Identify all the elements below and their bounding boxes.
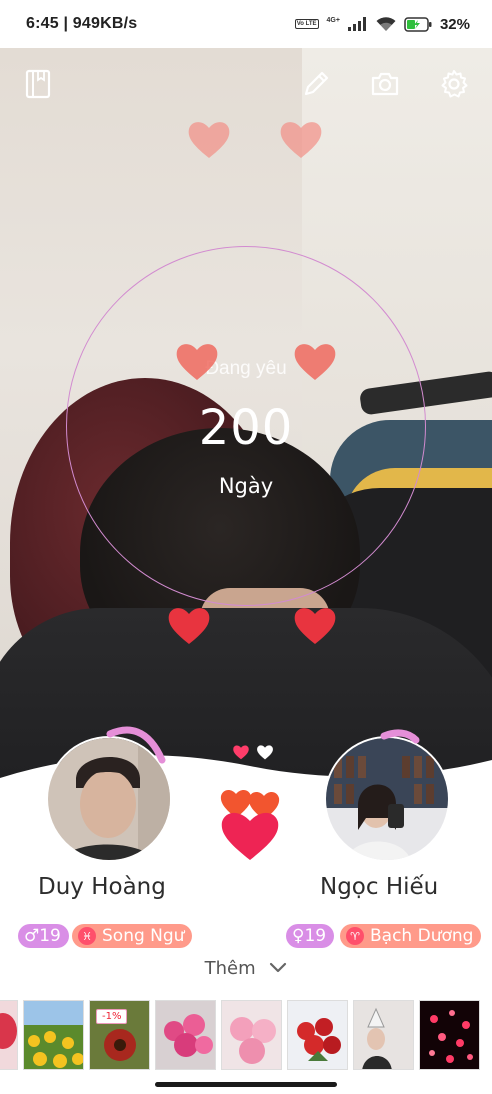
avatar-frame-arc — [106, 726, 166, 764]
heart-icon — [294, 344, 336, 380]
notebook-button[interactable] — [20, 66, 56, 102]
small-heart-icon — [233, 745, 249, 760]
wifi-icon — [376, 16, 396, 31]
person-name-left[interactable]: Duy Hoàng — [38, 874, 166, 900]
gear-icon — [441, 70, 468, 98]
thumbnail[interactable] — [23, 1000, 84, 1070]
status-bar: 6:45 | 949KB/s Vo LTE 4G+ 32% — [0, 0, 492, 48]
gender-age-tag-left: ♂19 — [18, 924, 69, 948]
counter-label: Đang yêu — [205, 358, 287, 379]
chevron-down-icon — [270, 962, 287, 973]
small-heart-icon — [257, 745, 273, 760]
edit-button[interactable] — [298, 66, 334, 102]
heart-icon — [280, 122, 322, 158]
gender-age-right: ♀19 — [292, 926, 327, 946]
notebook-icon — [25, 69, 51, 99]
battery-percent: 32% — [439, 15, 470, 33]
heart-icon — [176, 344, 218, 380]
thumbnail[interactable]: -1% — [89, 1000, 150, 1070]
heart-icon — [188, 122, 230, 158]
pisces-icon: ♓ — [78, 927, 96, 945]
zodiac-name-left: Song Ngư — [102, 926, 185, 946]
avatar-frame-arc — [380, 729, 420, 744]
home-indicator[interactable] — [155, 1082, 337, 1087]
gender-age-left: ♂19 — [24, 926, 61, 946]
thumbnail[interactable] — [287, 1000, 348, 1070]
volte-icon: Vo LTE — [294, 19, 319, 29]
thumbnail[interactable] — [419, 1000, 480, 1070]
thumbnail[interactable] — [353, 1000, 414, 1070]
pencil-icon — [304, 71, 329, 96]
product-thumbnail-strip: -1% — [0, 1000, 480, 1072]
avatar-photo-right — [326, 738, 448, 860]
thumbnail[interactable] — [221, 1000, 282, 1070]
avatar-right[interactable] — [324, 736, 450, 862]
camera-icon — [371, 72, 399, 96]
status-icons: Vo LTE 4G+ 32% — [294, 15, 470, 33]
days-count[interactable]: 200 — [0, 400, 492, 456]
more-button[interactable]: Thêm — [0, 958, 492, 979]
more-label: Thêm — [204, 958, 256, 979]
battery-icon — [404, 16, 432, 32]
camera-button[interactable] — [367, 66, 403, 102]
status-time-speed: 6:45 | 949KB/s — [26, 15, 138, 32]
heart-icon — [294, 608, 336, 644]
person-name-right[interactable]: Ngọc Hiếu — [320, 874, 438, 900]
counter-unit: Ngày — [218, 474, 274, 498]
settings-button[interactable] — [436, 66, 472, 102]
zodiac-tag-right: ♈ Bạch Dương — [340, 924, 482, 948]
discount-badge: -1% — [96, 1009, 128, 1024]
thumbnail[interactable] — [155, 1000, 216, 1070]
gender-age-tag-right: ♀19 — [286, 924, 335, 948]
zodiac-name-right: Bạch Dương — [370, 926, 474, 946]
zodiac-tag-left: ♓ Song Ngư — [72, 924, 193, 948]
network-type: 4G+ — [326, 16, 340, 24]
aries-icon: ♈ — [346, 927, 364, 945]
signal-icon — [347, 17, 366, 31]
thumbnail[interactable] — [0, 1000, 18, 1070]
love-hearts-icon[interactable] — [218, 782, 286, 862]
heart-icon — [168, 608, 210, 644]
